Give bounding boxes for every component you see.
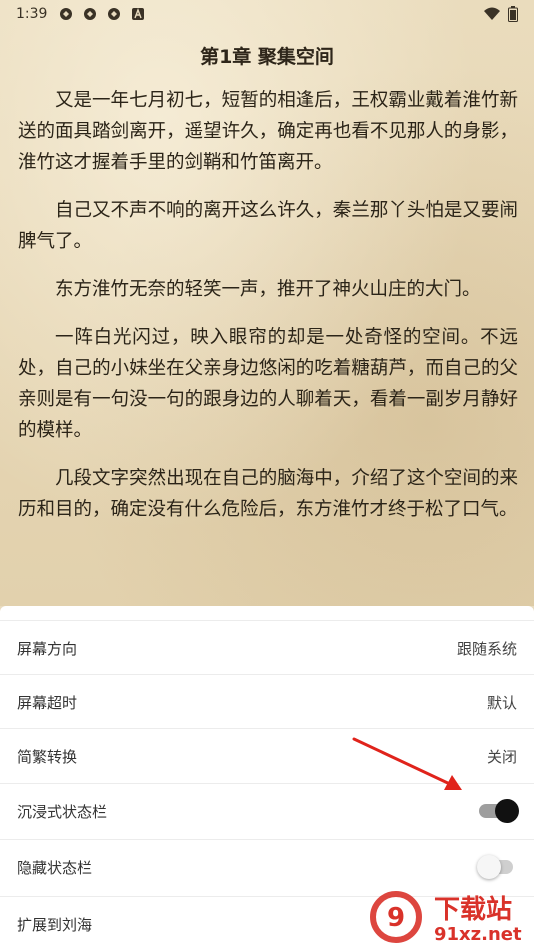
setting-label: 屏幕方向 [17,639,78,658]
setting-value: 跟随系统 [456,639,517,658]
reader-page[interactable]: 1:39 第1章 聚集空间 又是一年七月初七，短暂的相逢后，王权霸业戴着淮竹新送… [0,0,534,606]
status-time: 1:39 [16,6,48,22]
immersive-status-bar-toggle[interactable] [479,799,519,823]
wifi-icon [484,7,500,20]
battery-icon [508,6,518,22]
paragraph: 自己又不声不响的离开这么许久，秦兰那丫头怕是又要闹脾气了。 [18,200,518,252]
sync-icon [60,8,73,20]
paragraph: 又是一年七月初七，短暂的相逢后，王权霸业戴着淮竹新送的面具踏剑离开，遥望许久，确… [18,90,518,173]
paragraph: 一阵白光闪过，映入眼帘的却是一处奇怪的空间。不远处，自己的小妹坐在父亲身边悠闲的… [18,327,518,441]
site-watermark-logo: 9 下载站 91xz.net [370,891,522,945]
status-bar: 1:39 [0,0,534,28]
setting-value: 关闭 [486,747,517,766]
svg-text:9: 9 [387,903,405,933]
sync-icon [84,8,97,20]
setting-label: 沉浸式状态栏 [17,802,108,821]
annotation-arrow-icon [352,737,462,790]
svg-text:91xz.net: 91xz.net [434,924,522,945]
paragraph: 东方淮竹无奈的轻笑一声，推开了神火山庄的大门。 [55,279,481,300]
hide-status-bar-toggle[interactable] [477,855,517,879]
chapter-content: 又是一年七月初七，短暂的相逢后，王权霸业戴着淮竹新送的面具踏剑离开，遥望许久，确… [18,85,518,542]
setting-hide-status-bar[interactable]: 隐藏状态栏 [0,839,534,894]
setting-label: 屏幕超时 [17,693,78,712]
toggle-thumb [495,799,519,823]
chapter-title: 第1章 聚集空间 [200,46,334,68]
setting-value: 默认 [486,693,517,712]
paragraph: 几段文字突然出现在自己的脑海中，介绍了这个空间的来历和目的，确定没有什么危险后，… [18,468,518,520]
toggle-thumb [477,855,501,879]
a-badge-icon [132,8,145,20]
setting-screen-orientation[interactable]: 屏幕方向 跟随系统 [0,620,534,675]
setting-label: 隐藏状态栏 [17,858,93,877]
svg-text:下载站: 下载站 [434,895,512,925]
setting-screen-timeout[interactable]: 屏幕超时 默认 [0,674,534,729]
sync-icon [108,8,121,20]
